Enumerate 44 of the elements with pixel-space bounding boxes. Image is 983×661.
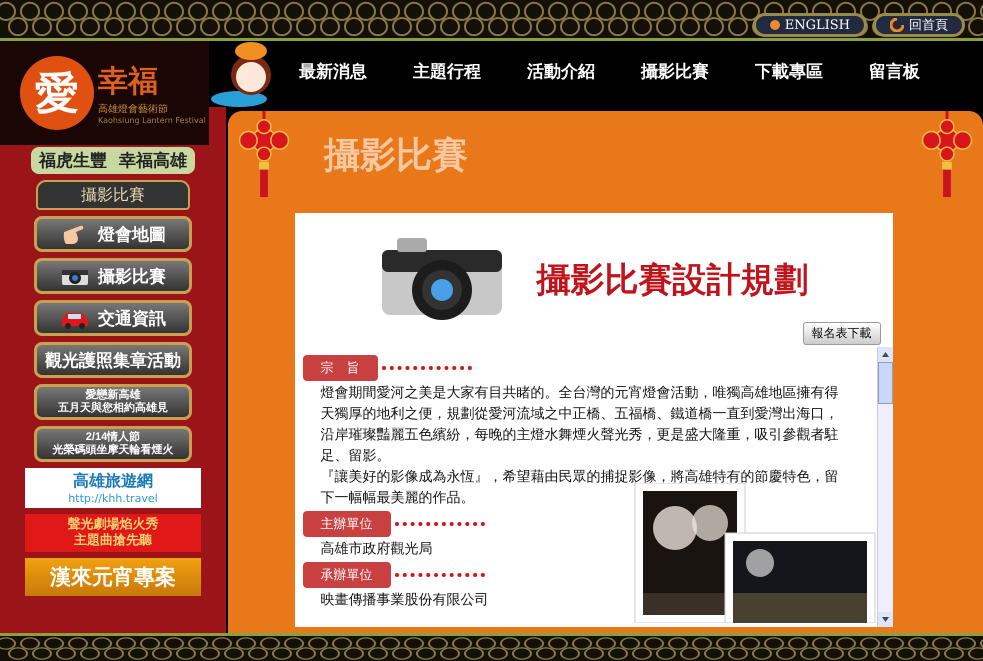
sidebar-button[interactable]: 2/14情人節 光榮碼頭坐摩天輪看煙火 [34, 426, 192, 462]
travel-site-banner[interactable]: 高雄旅遊網 http://khh.travel [25, 468, 201, 508]
nav-link[interactable]: 下載專區 [755, 60, 869, 82]
nav-link[interactable]: 留言板 [869, 60, 983, 82]
scroll-down-icon[interactable] [878, 612, 892, 627]
logo-english: Kaohsiung Lantern Festival [98, 116, 206, 125]
section-heading: 主辦單位 [302, 511, 390, 537]
scrollbar-thumb[interactable] [878, 362, 892, 404]
top-link[interactable]: ENGLISH [752, 13, 867, 37]
button-label-line: 2/14情人節 [86, 431, 140, 444]
section-heading: 承辦單位 [302, 562, 390, 588]
button-label-line: 五月天與您相約高雄見 [58, 402, 168, 415]
button-label-line: 光榮碼頭坐摩天輪看煙火 [52, 444, 174, 457]
body-text: 映畫傳播事業股份有限公司 [320, 591, 490, 610]
scrollbar[interactable] [876, 347, 892, 627]
sidebar-button[interactable]: 交通資訊 [34, 300, 192, 336]
dot-icon [770, 20, 780, 30]
slogan-text: 福虎生豐 [39, 150, 107, 172]
slogan-text: 幸福高雄 [119, 150, 187, 172]
logo-mark: 愛 [35, 66, 79, 120]
banner-line: 聲光劇場焰火秀 [68, 517, 158, 532]
download-button[interactable]: 報名表下載 [802, 322, 880, 345]
body-text: 『讓美好的影像成為永恆』，希望藉由民眾的捕捉影像，將高雄特有的節慶特色，留下一幅幅最美麗的作品。 [320, 468, 840, 508]
sidebar-heading: 攝影比賽 [36, 180, 190, 210]
sidebar-button[interactable]: 愛戀新高雄 五月天與您相約高雄見 [34, 384, 192, 420]
logo-subtitle: 高雄燈會藝術節 [98, 102, 169, 116]
nav-link[interactable]: 主題行程 [413, 60, 527, 82]
button-label-line: 愛戀新高雄 [86, 389, 140, 402]
body-text: 燈會期間愛河之美是大家有目共睹的。全台灣的元宵燈會活動，唯獨高雄地區擁有得天獨厚的地利之便，規劃從愛河流域之中正橋、五福橋、鐵道橋一直到愛灣出海口，沿岸璀璨豔麗五色繽紛，每晚的主燈水舞煙火聲光秀，更是盛大隆重，吸引參觀者駐足、留影。 [320, 384, 840, 466]
sidebar-button[interactable]: 燈會地圖 [34, 216, 192, 252]
section-heading: 宗 旨 [302, 355, 378, 381]
nav-link[interactable]: 攝影比賽 [641, 60, 755, 82]
banner-line: 主題曲搶先聽 [74, 533, 152, 549]
body-text: 高雄市政府觀光局 [320, 540, 434, 559]
swirl-icon [890, 18, 904, 32]
nav-link[interactable]: 活動介紹 [527, 60, 641, 82]
sidebar-button[interactable]: 攝影比賽 [34, 258, 192, 294]
logo-title: 幸福 [98, 63, 159, 101]
card-title: 攝影比賽設計規劃 [536, 259, 808, 302]
scroll-up-icon[interactable] [878, 347, 892, 362]
page-title: 攝影比賽 [324, 133, 469, 178]
sidebar-button[interactable]: 觀光護照集章活動 [34, 342, 192, 378]
nav-link[interactable]: 最新消息 [299, 60, 413, 82]
top-link[interactable]: 回首頁 [873, 13, 965, 37]
